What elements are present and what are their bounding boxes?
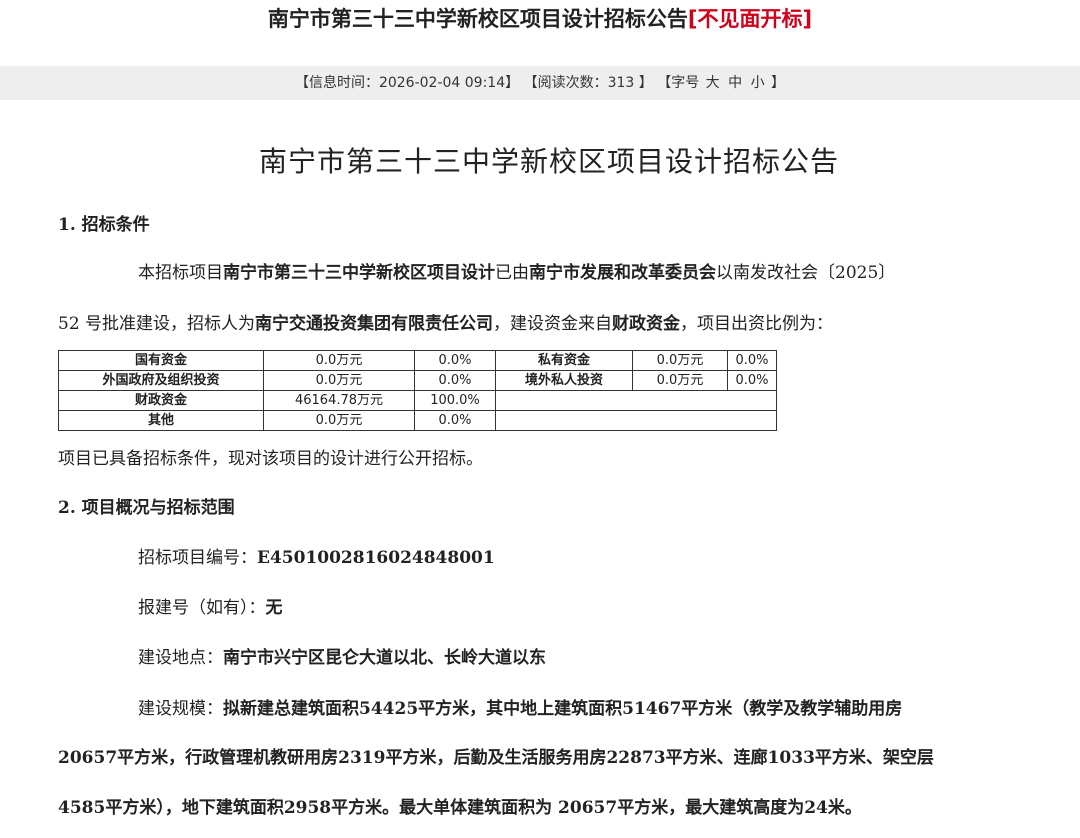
funding-ratio-table: 国有资金 0.0万元 0.0% 私有资金 0.0万元 0.0% 外国政府及组织投资 0.0万元… <box>58 350 777 431</box>
funding-cell: 0.0% <box>414 410 496 431</box>
funding-cell: 0.0万元 <box>263 370 415 391</box>
project-code-value: E4501002816024848001 <box>257 548 495 568</box>
location-label: 建设地点： <box>138 648 223 668</box>
funding-cell: 0.0万元 <box>632 350 728 371</box>
scale-text: 拟新建总建筑面积54425平方米，其中地上建筑面积51467平方米（教学及教学辅… <box>223 699 903 719</box>
font-size-end: 】 <box>771 75 786 91</box>
funding-cell: 46164.78万元 <box>263 390 415 411</box>
header-title-text: 南宁市第三十三中学新校区项目设计招标公告 <box>267 7 688 31</box>
funding-cell: 外国政府及组织投资 <box>58 370 264 391</box>
funding-row: 国有资金 0.0万元 0.0% 私有资金 0.0万元 0.0% <box>58 350 777 371</box>
info-time-label: 【信息时间： <box>294 75 379 91</box>
funding-row: 财政资金 46164.78万元 100.0% <box>58 390 777 411</box>
funding-cell: 0.0万元 <box>263 350 415 371</box>
location-value: 南宁市兴宁区昆仑大道以北、长岭大道以东 <box>223 648 546 668</box>
funding-empty-cell <box>495 390 777 411</box>
info-time: 2026-02-04 09:14 <box>378 75 506 91</box>
info-meta-bar: 【信息时间：2026-02-04 09:14】 【阅读次数：313 】 【字号 … <box>0 66 1080 100</box>
text: 已由 <box>495 263 529 283</box>
funding-empty-cell <box>495 410 777 431</box>
tenderer-name: 南宁交通投资集团有限责任公司 <box>255 314 494 334</box>
permit-number-line: 报建号（如有）：无 <box>138 593 283 623</box>
read-count: 313 <box>607 75 635 91</box>
funding-cell: 财政资金 <box>58 390 264 411</box>
section-1-heading: 1. 招标条件 <box>58 215 150 235</box>
funding-cell: 境外私人投资 <box>495 370 633 391</box>
scale-line-2: 20657平方米，行政管理机教研用房2319平方米，后勤及生活服务用房22873… <box>58 748 934 768</box>
scale-line-1: 建设规模：拟新建总建筑面积54425平方米，其中地上建筑面积51467平方米（教… <box>138 694 902 724</box>
section-1-paragraph-1: 本招标项目南宁市第三十三中学新校区项目设计已由南宁市发展和改革委员会以南发改社会… <box>138 258 895 288</box>
text: ，建设资金来自 <box>493 314 613 334</box>
funding-cell: 其他 <box>58 410 264 431</box>
text: 52 号批准建设，招标人为 <box>58 314 256 334</box>
article-title: 南宁市第三十三中学新校区项目设计招标公告 <box>258 145 839 178</box>
text: ，项目出资比例为： <box>680 314 834 334</box>
funding-cell: 0.0% <box>727 370 777 391</box>
funding-row: 其他 0.0万元 0.0% <box>58 410 777 431</box>
project-name: 南宁市第三十三中学新校区项目设计 <box>223 263 495 283</box>
text: 以南发改社会〔2025〕 <box>716 263 896 283</box>
permit-label: 报建号（如有）： <box>138 598 266 618</box>
font-size-large-link[interactable]: 大 <box>706 75 720 91</box>
font-size-label: 】 【字号 <box>634 75 700 91</box>
approval-authority: 南宁市发展和改革委员会 <box>529 263 716 283</box>
section-1-paragraph-2: 52 号批准建设，招标人为南宁交通投资集团有限责任公司，建设资金来自财政资金，项… <box>58 309 833 339</box>
funding-cell: 0.0% <box>727 350 777 371</box>
funding-row: 外国政府及组织投资 0.0万元 0.0% 境外私人投资 0.0万元 0.0% <box>58 370 777 391</box>
project-code-label: 招标项目编号： <box>138 548 257 568</box>
funding-cell: 0.0万元 <box>632 370 728 391</box>
no-meet-bid-tag: [不见面开标] <box>687 7 813 31</box>
font-size-medium-link[interactable]: 中 <box>728 75 742 91</box>
funding-cell: 0.0% <box>414 370 496 391</box>
scale-line-3: 4585平方米），地下建筑面积2958平方米。最大单体建筑面积为 20657平方… <box>58 798 862 818</box>
read-count-label: 】 【阅读次数： <box>505 75 608 91</box>
text: 本招标项目 <box>138 263 223 283</box>
scale-label: 建设规模： <box>138 699 223 719</box>
funding-cell: 0.0% <box>414 350 496 371</box>
permit-value: 无 <box>265 598 283 618</box>
announcement-header: 南宁市第三十三中学新校区项目设计招标公告[不见面开标] <box>0 4 1080 34</box>
section-1-paragraph-3: 项目已具备招标条件，现对该项目的设计进行公开招标。 <box>58 449 483 469</box>
funding-cell: 私有资金 <box>495 350 633 371</box>
location-line: 建设地点：南宁市兴宁区昆仑大道以北、长岭大道以东 <box>138 643 546 673</box>
section-2-heading: 2. 项目概况与招标范围 <box>58 498 235 518</box>
funding-cell: 0.0万元 <box>263 410 415 431</box>
project-code-line: 招标项目编号：E4501002816024848001 <box>138 543 495 573</box>
funding-cell: 国有资金 <box>58 350 264 371</box>
funding-cell: 100.0% <box>414 390 496 411</box>
font-size-small-link[interactable]: 小 <box>751 75 765 91</box>
fund-source: 财政资金 <box>612 314 681 334</box>
